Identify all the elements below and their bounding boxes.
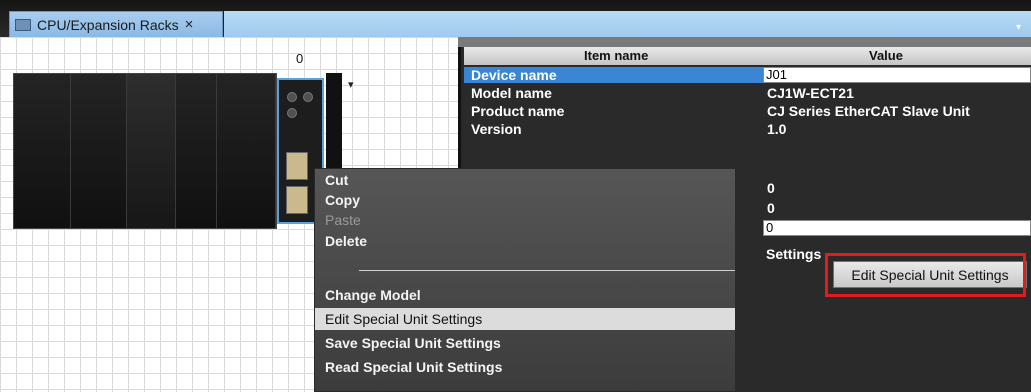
power-supply-unit[interactable] — [14, 74, 71, 228]
menu-item-label: Paste — [325, 212, 361, 228]
settings-label: Settings — [766, 246, 822, 262]
property-value: CJ1W-ECT21 — [767, 85, 854, 101]
menu-item-label: Cut — [325, 172, 349, 188]
expand-arrow-icon[interactable]: ▾ — [348, 78, 354, 91]
menu-item-label: Change Model — [325, 287, 421, 303]
menu-separator — [359, 270, 735, 271]
ethernet-port-icon — [286, 186, 308, 214]
menu-item-label: Edit Special Unit Settings — [325, 311, 483, 327]
cpu-display-unit[interactable] — [127, 74, 176, 228]
ethernet-unit[interactable] — [217, 74, 276, 228]
tab-title: CPU/Expansion Racks — [37, 16, 179, 33]
cpu-unit[interactable] — [71, 74, 127, 228]
device-name-input[interactable]: J01 — [763, 67, 1031, 83]
menu-item-cut[interactable]: Cut — [315, 169, 735, 191]
tab-bar: CPU/Expansion Racks × ▾ — [0, 0, 1031, 37]
tab-list-dropdown-icon[interactable]: ▾ — [1016, 22, 1021, 33]
menu-item-label: Save Special Unit Settings — [325, 335, 501, 351]
tab-strip — [224, 11, 1031, 37]
property-name: Model name — [471, 85, 552, 101]
led-indicator — [287, 108, 297, 118]
menu-item-change-model[interactable]: Change Model — [315, 284, 735, 306]
property-row-product-name: Product name CJ Series EtherCAT Slave Un… — [461, 102, 1031, 120]
property-value: 1.0 — [767, 121, 787, 137]
menu-item-paste[interactable]: Paste — [315, 209, 735, 231]
property-name: Device name — [464, 67, 765, 83]
item-name-header: Item name — [584, 48, 649, 63]
property-name: Version — [471, 121, 522, 137]
menu-item-read-special-unit-settings[interactable]: Read Special Unit Settings — [315, 356, 735, 378]
ethernet-port-icon — [286, 152, 308, 180]
tab-cpu-expansion-racks[interactable]: CPU/Expansion Racks × — [9, 11, 223, 37]
property-value-input[interactable]: 0 — [763, 220, 1031, 236]
menu-item-save-special-unit-settings[interactable]: Save Special Unit Settings — [315, 332, 735, 354]
cpu-rack[interactable] — [13, 73, 277, 229]
property-value: 0 — [767, 180, 775, 196]
menu-item-label: Delete — [325, 233, 368, 249]
close-icon[interactable]: × — [185, 16, 194, 33]
menu-item-label: Copy — [325, 192, 360, 208]
property-row-version: Version 1.0 — [461, 120, 1031, 138]
properties-header: Item name Value — [464, 47, 1031, 65]
context-menu: Cut Copy Paste Delete Change Model Edit … — [314, 168, 736, 392]
rack-slot-number: 0 — [296, 51, 304, 66]
rack-icon — [15, 18, 31, 31]
property-row-device-name[interactable]: Device name J01 — [461, 66, 1031, 84]
edit-special-unit-settings-button[interactable]: Edit Special Unit Settings — [833, 261, 1027, 288]
property-value: CJ Series EtherCAT Slave Unit — [767, 103, 970, 119]
property-name: Product name — [471, 103, 565, 119]
menu-item-delete[interactable]: Delete — [315, 230, 735, 252]
property-value: 0 — [767, 200, 775, 216]
led-indicator — [287, 92, 297, 102]
led-indicator — [303, 92, 313, 102]
property-row-model-name: Model name CJ1W-ECT21 — [461, 84, 1031, 102]
menu-item-edit-special-unit-settings[interactable]: Edit Special Unit Settings — [315, 308, 735, 330]
value-header: Value — [869, 48, 903, 63]
io-unit[interactable] — [176, 74, 217, 228]
menu-item-label: Read Special Unit Settings — [325, 359, 503, 375]
menu-item-copy[interactable]: Copy — [315, 189, 735, 211]
